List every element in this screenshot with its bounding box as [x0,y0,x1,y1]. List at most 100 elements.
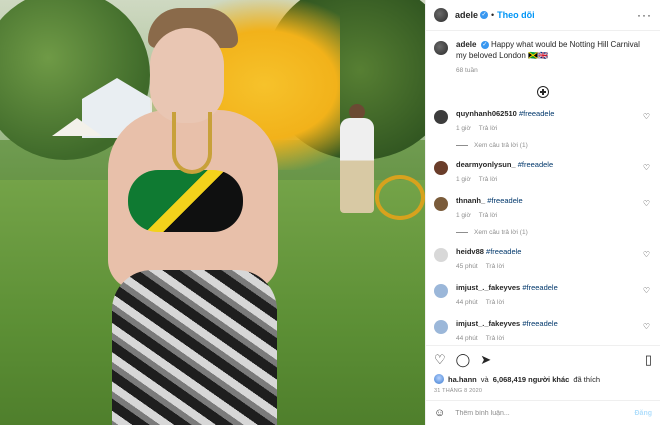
commenter-username[interactable]: heidv88 [456,247,484,256]
verified-badge-icon: ✓ [480,11,489,19]
reply-button[interactable]: Trả lời [486,299,504,306]
comment-body: imjust_._fakeyves #freeadele 44 phút Trả l… [456,282,652,308]
author-username[interactable]: adele [455,10,478,20]
follow-button[interactable]: Theo dõi [497,10,535,20]
reply-button[interactable]: Trả lời [486,263,504,270]
comment-bubble-icon[interactable]: ◯ [456,352,471,368]
photo-subject-necklace [172,112,212,174]
like-heart-icon[interactable]: ♡ [434,352,446,368]
comment-body: quynhanh062510 #freeadele 1 giờ Trả lời [456,108,652,134]
comment-text-line: quynhanh062510 #freeadele [456,108,652,119]
photo-subject-pants [112,270,277,425]
photo-subject-face [150,28,224,123]
comment-like-heart-icon[interactable]: ♡ [643,199,650,208]
commenter-username[interactable]: imjust_._fakeyves [456,283,520,292]
commenter-avatar[interactable] [434,284,448,298]
emoji-icon[interactable]: ☺ [434,407,445,419]
load-more-comments-icon[interactable] [537,86,549,98]
comment-like-heart-icon[interactable]: ♡ [643,286,650,295]
comment-hashtag[interactable]: #freeadele [486,247,521,256]
comment-meta: 44 phút Trả lời [456,333,652,344]
comment-body: imjust_._fakeyves #freeadele 44 phút Trả l… [456,318,652,344]
photo-bg-person [340,118,374,213]
post-date: 31 tháng 8 2020 [434,388,483,394]
comment-body: dearmyonlysun_ #freeadele 1 giờ Trả lời [456,159,652,185]
comment-hashtag[interactable]: #freeadele [487,196,522,205]
comment-like-heart-icon[interactable]: ♡ [643,163,650,172]
view-replies[interactable]: Xem câu trả lời (1) [456,229,652,236]
action-icons: ♡ ◯ ➤ ▯ [434,352,652,368]
comment-text-line: imjust_._fakeyves #freeadele [456,318,652,329]
comment-time: 44 phút [456,335,478,342]
comment-hashtag[interactable]: #freeadele [522,319,557,328]
post-actions: ♡ ◯ ➤ ▯ ha.hann và 6,068,419 người khác … [426,345,660,425]
commenter-avatar[interactable] [434,248,448,262]
comment-body: heidv88 #freeadele 45 phút Trả lời [456,246,652,272]
share-send-icon[interactable]: ➤ [480,352,491,368]
likes-suffix: đã thích [573,374,601,384]
likes-count[interactable]: 6,068,419 người khác [493,375,570,384]
reply-button[interactable]: Trả lời [479,176,497,183]
commenter-username[interactable]: quynhanh062510 [456,109,517,118]
comment-row: quynhanh062510 #freeadele 1 giờ Trả lời ♡ [434,108,652,134]
author-avatar[interactable] [434,8,448,22]
comment-row: heidv88 #freeadele 45 phút Trả lời ♡ [434,246,652,272]
caption-time: 68 tuần [456,67,478,74]
comment-row: dearmyonlysun_ #freeadele 1 giờ Trả lời ♡ [434,159,652,185]
liker-username[interactable]: ha.hann [448,375,477,384]
post-photo[interactable] [0,0,425,425]
reply-button[interactable]: Trả lời [479,212,497,219]
caption-username[interactable]: adele [456,40,476,49]
commenter-username[interactable]: imjust_._fakeyves [456,319,520,328]
header-separator: • [491,10,495,20]
comment-meta: 45 phút Trả lời [456,261,652,272]
caption-text: adele ✓ Happy what would be Notting Hill… [456,39,652,61]
verified-badge-icon: ✓ [480,40,489,49]
commenter-username[interactable]: thnanh_ [456,196,485,205]
comment-meta: 44 phút Trả lời [456,297,652,308]
replies-line [456,232,468,233]
photo-subject-top [128,170,243,232]
comment-input[interactable] [455,409,606,417]
comment-hashtag[interactable]: #freeadele [519,109,554,118]
reply-button[interactable]: Trả lời [486,335,504,342]
caption: adele ✓ Happy what would be Notting Hill… [434,39,652,74]
comment-rows: quynhanh062510 #freeadele 1 giờ Trả lời ♡ Xe… [434,108,652,344]
post-comment-button[interactable]: Đăng [635,410,653,417]
caption-avatar[interactable] [434,41,448,55]
bookmark-icon[interactable]: ▯ [645,352,652,368]
commenter-avatar[interactable] [434,161,448,175]
comments-list[interactable]: adele ✓ Happy what would be Notting Hill… [426,31,660,345]
comment-row: imjust_._fakeyves #freeadele 44 phút Trả l… [434,318,652,344]
post-side-panel: adele ✓ • Theo dõi ··· adele ✓ Happy wha… [425,0,660,425]
comment-time: 44 phút [456,299,478,306]
comment-text-line: heidv88 #freeadele [456,246,652,257]
likes-summary: ha.hann và 6,068,419 người khác đã thích [434,374,652,384]
comment-body: thnanh_ #freeadele 1 giờ Trả lời [456,195,652,221]
add-comment-bar: ☺ Đăng [426,400,660,425]
view-replies-label[interactable]: Xem câu trả lời (1) [474,229,528,236]
comment-like-heart-icon[interactable]: ♡ [643,112,650,121]
more-icon[interactable]: ··· [637,8,652,22]
replies-line [456,145,468,146]
reply-button[interactable]: Trả lời [479,125,497,132]
comment-like-heart-icon[interactable]: ♡ [643,322,650,331]
comment-time: 45 phút [456,263,478,270]
comment-row: thnanh_ #freeadele 1 giờ Trả lời ♡ [434,195,652,221]
comment-time: 1 giờ [456,212,471,219]
likes-connector: và [480,374,489,384]
comment-text-line: thnanh_ #freeadele [456,195,652,206]
commenter-avatar[interactable] [434,320,448,334]
commenter-avatar[interactable] [434,197,448,211]
comment-like-heart-icon[interactable]: ♡ [643,250,650,259]
comment-hashtag[interactable]: #freeadele [518,160,553,169]
commenter-username[interactable]: dearmyonlysun_ [456,160,516,169]
comment-hashtag[interactable]: #freeadele [522,283,557,292]
comment-text-line: dearmyonlysun_ #freeadele [456,159,652,170]
liker-avatar[interactable] [434,374,444,384]
photo-bicycle [375,175,425,220]
commenter-avatar[interactable] [434,110,448,124]
comment-row: imjust_._fakeyves #freeadele 44 phút Trả l… [434,282,652,308]
view-replies[interactable]: Xem câu trả lời (1) [456,142,652,149]
view-replies-label[interactable]: Xem câu trả lời (1) [474,142,528,149]
